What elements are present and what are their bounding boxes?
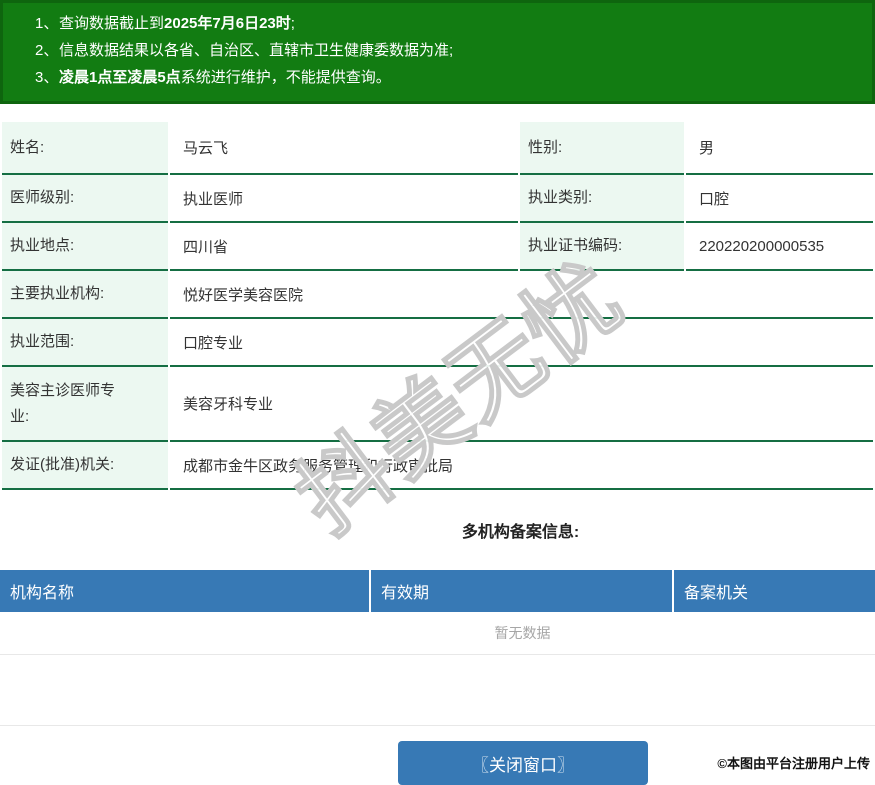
- table-row: 美容主诊医师专业: 美容牙科专业: [2, 367, 873, 442]
- notice-text: ;: [290, 15, 295, 32]
- practitioner-info-table: 姓名: 马云飞 性别: 男 医师级别: 执业医师 执业类别: 口腔 执业地点: …: [0, 122, 875, 490]
- table-row: 医师级别: 执业医师 执业类别: 口腔: [2, 175, 873, 223]
- column-header-registry: 备案机关: [674, 570, 875, 612]
- notice-line: 2、信息数据结果以各省、自治区、直辖市卫生健康委数据为准;: [0, 37, 875, 64]
- column-header-org-name: 机构名称: [0, 570, 371, 612]
- notice-text: 系统进行维护，不能提供查询。: [180, 69, 391, 86]
- field-value: 执业医师: [170, 175, 518, 223]
- notice-number: 1、: [35, 15, 59, 32]
- column-header-validity: 有效期: [371, 570, 674, 612]
- notice-text: 信息数据结果以各省、自治区、直辖市卫生健康委数据为准;: [59, 42, 454, 59]
- table-header-row: 机构名称 有效期 备案机关: [0, 570, 875, 612]
- field-value: 美容牙科专业: [170, 367, 873, 442]
- table-row: 执业地点: 四川省 执业证书编码: 220220200000535: [2, 223, 873, 271]
- field-label: 执业地点:: [2, 223, 168, 271]
- field-label: 执业类别:: [520, 175, 684, 223]
- field-value: 四川省: [170, 223, 518, 271]
- field-label: 姓名:: [2, 122, 168, 175]
- field-value: 成都市金牛区政务服务管理和行政审批局: [170, 442, 873, 490]
- empty-row: [0, 655, 875, 726]
- notice-line: 1、查询数据截止到2025年7月6日23时;: [0, 10, 875, 37]
- notice-line: 3、凌晨1点至凌晨5点系统进行维护，不能提供查询。: [0, 64, 875, 91]
- notice-number: 3、: [35, 69, 59, 86]
- field-label: 发证(批准)机关:: [2, 442, 168, 490]
- field-label: 性别:: [520, 122, 684, 175]
- field-label: 执业范围:: [2, 319, 168, 367]
- table-row: 执业范围: 口腔专业: [2, 319, 873, 367]
- field-label: 执业证书编码:: [520, 223, 684, 271]
- table-row: 主要执业机构: 悦好医学美容医院: [2, 271, 873, 319]
- table-row: 姓名: 马云飞 性别: 男: [2, 122, 873, 175]
- field-label: 美容主诊医师专业:: [2, 367, 168, 442]
- notice-text-bold: 凌晨1点至凌晨5点: [59, 69, 181, 86]
- table-row: 发证(批准)机关: 成都市金牛区政务服务管理和行政审批局: [2, 442, 873, 490]
- field-value: 口腔: [686, 175, 873, 223]
- field-value: 马云飞: [170, 122, 518, 175]
- registration-table: 机构名称 有效期 备案机关: [0, 570, 875, 612]
- field-value: 男: [686, 122, 873, 175]
- notice-text-bold: 2025年7月6日23时: [164, 15, 291, 32]
- notice-number: 2、: [35, 42, 59, 59]
- close-window-button[interactable]: 〖关闭窗口〗: [398, 741, 648, 785]
- notice-banner: 1、查询数据截止到2025年7月6日23时; 2、信息数据结果以各省、自治区、直…: [0, 0, 875, 104]
- field-value: 220220200000535: [686, 223, 873, 271]
- empty-data-text: 暂无数据: [0, 612, 875, 655]
- field-value: 悦好医学美容医院: [170, 271, 873, 319]
- field-label: 主要执业机构:: [2, 271, 168, 319]
- section-title: 多机构备案信息:: [461, 524, 580, 541]
- field-label: 医师级别:: [2, 175, 168, 223]
- notice-text: 查询数据截止到: [59, 15, 165, 32]
- copyright-watermark: ©本图由平台注册用户上传: [717, 756, 870, 771]
- field-value: 口腔专业: [170, 319, 873, 367]
